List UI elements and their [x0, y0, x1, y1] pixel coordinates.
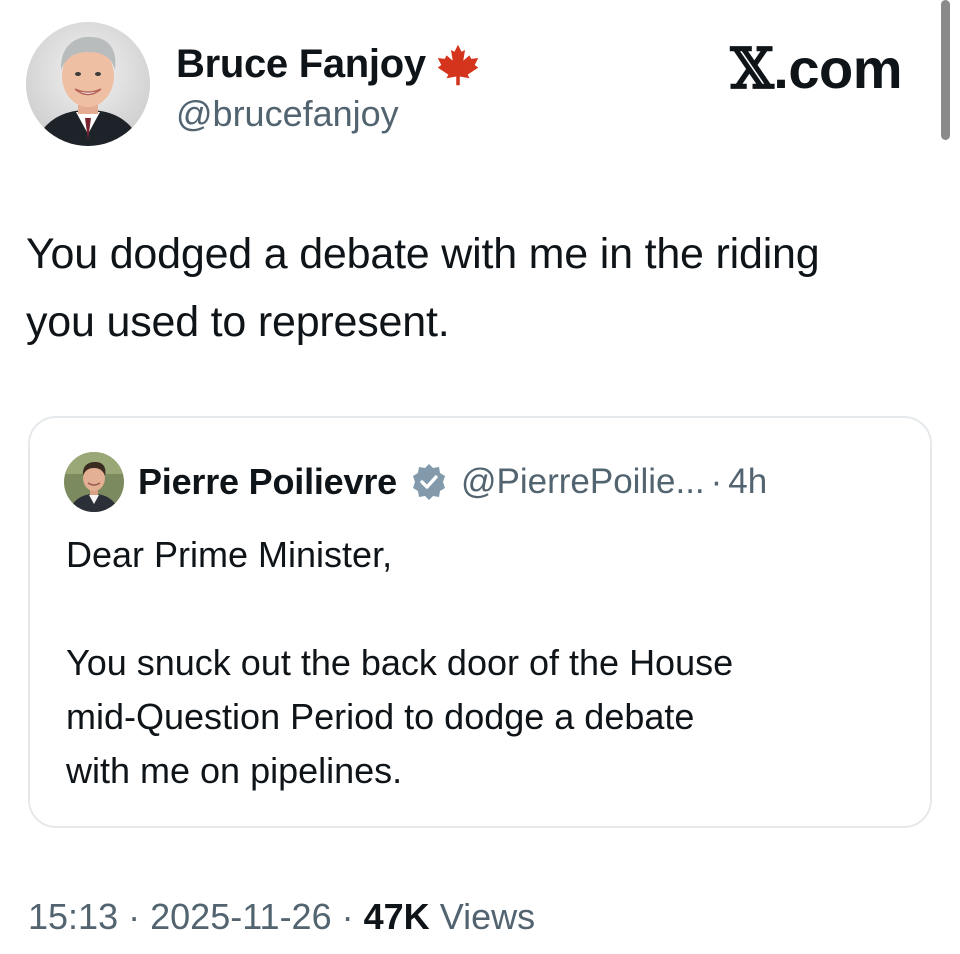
quoted-tweet-line: with me on pipelines.: [66, 750, 403, 791]
tweet-screenshot: Bruce Fanjoy @brucefanjoy 𝕏.com You dodg…: [0, 0, 960, 954]
author-avatar[interactable]: [26, 22, 150, 146]
author-info: Bruce Fanjoy @brucefanjoy: [176, 42, 480, 135]
quoted-author-avatar[interactable]: [64, 452, 124, 512]
quoted-tweet-line: mid-Question Period to dodge a debate: [66, 696, 695, 737]
tweet-time[interactable]: 15:13: [28, 896, 118, 937]
quoted-tweet-card[interactable]: Pierre Poilievre @PierrePoilie... · 4h D…: [28, 416, 932, 828]
tweet-text-line: you used to represent.: [26, 298, 450, 346]
views-label: Views: [439, 896, 536, 937]
quoted-tweet-line: You snuck out the back door of the House: [66, 642, 734, 683]
site-brand: 𝕏.com: [730, 36, 902, 102]
tweet-date[interactable]: 2025-11-26: [150, 896, 331, 937]
quoted-tweet-time[interactable]: 4h: [728, 462, 767, 502]
tweet-text-line: You dodged a debate with me in the ridin…: [26, 230, 820, 278]
verified-badge-icon: [409, 462, 449, 502]
separator-dot: ·: [341, 896, 354, 937]
author-name-row: Bruce Fanjoy: [176, 42, 480, 87]
site-brand-suffix: .com: [773, 37, 902, 100]
quoted-tweet-paragraph: Dear Prime Minister,: [66, 534, 393, 575]
author-name[interactable]: Bruce Fanjoy: [176, 42, 426, 87]
tweet-meta: 15:13 · 2025-11-26 · 47K Views: [28, 896, 535, 938]
quoted-author-name[interactable]: Pierre Poilievre: [138, 461, 397, 503]
tweet-header: Bruce Fanjoy @brucefanjoy 𝕏.com: [26, 22, 920, 152]
author-avatar-image: [26, 22, 150, 146]
separator-dot: ·: [710, 462, 723, 501]
quoted-tweet-paragraph: You snuck out the back door of the House…: [66, 636, 906, 798]
views-count[interactable]: 47K: [364, 896, 430, 937]
author-handle[interactable]: @brucefanjoy: [176, 93, 480, 135]
quoted-author-handle[interactable]: @PierrePoilie...: [461, 462, 705, 502]
maple-leaf-icon: [436, 43, 480, 87]
quoted-tweet-header: Pierre Poilievre @PierrePoilie... · 4h: [64, 452, 767, 512]
x-logo-icon: 𝕏: [730, 36, 774, 102]
scrollbar[interactable]: [941, 0, 950, 140]
separator-dot: ·: [128, 896, 141, 937]
quoted-author-avatar-image: [64, 452, 124, 512]
quoted-tweet-text: Dear Prime Minister, You snuck out the b…: [66, 528, 906, 798]
tweet-text: You dodged a debate with me in the ridin…: [26, 220, 936, 356]
